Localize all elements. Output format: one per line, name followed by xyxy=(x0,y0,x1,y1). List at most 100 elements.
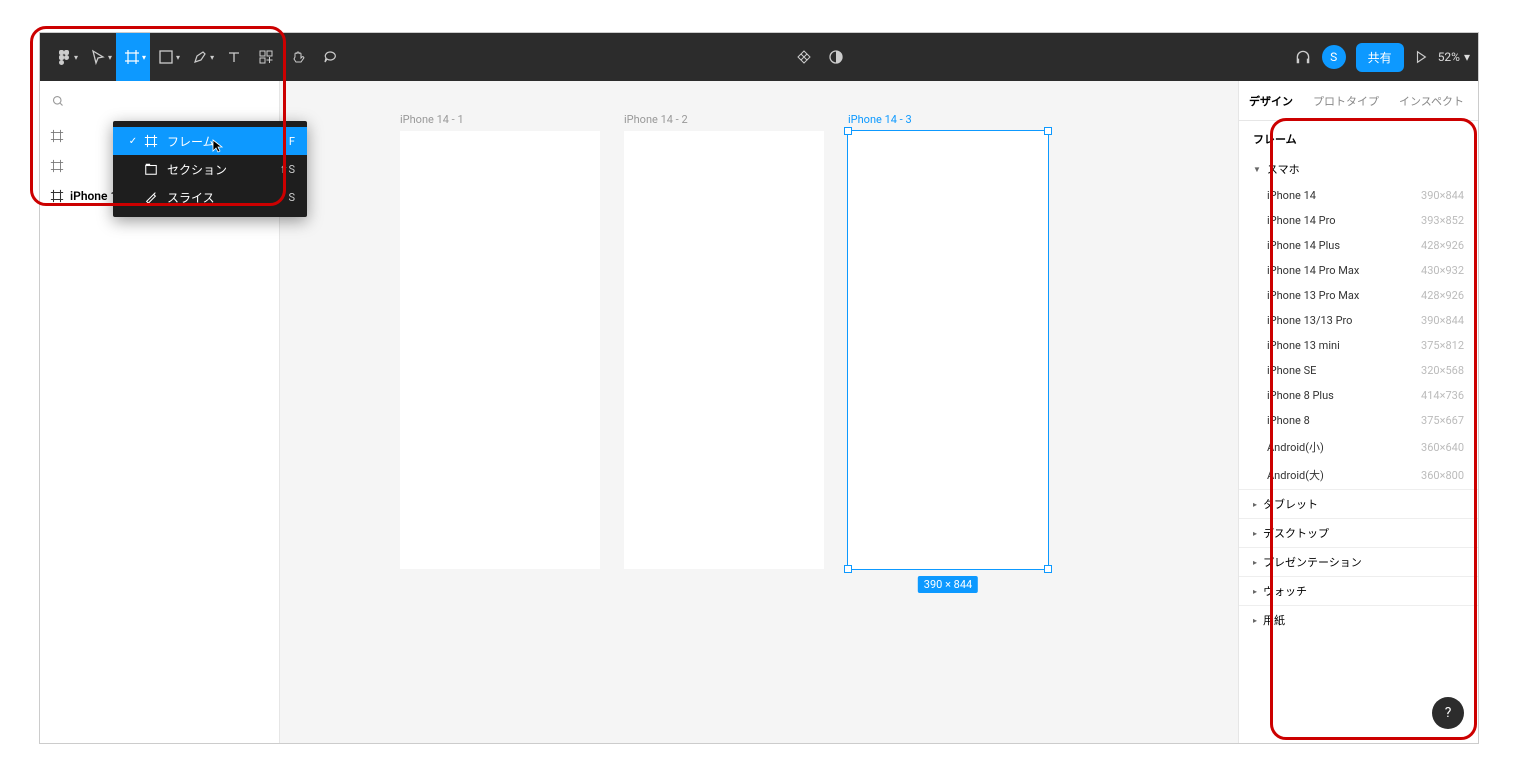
dropdown-item-frame[interactable]: ✓ フレーム F xyxy=(113,127,307,155)
preset-name: iPhone 13 Pro Max xyxy=(1267,289,1359,302)
preset-group-collapsed[interactable]: ▸プレゼンテーション xyxy=(1239,547,1478,576)
user-avatar[interactable]: S xyxy=(1322,45,1346,69)
preset-dimensions: 390×844 xyxy=(1421,189,1464,202)
frame-label[interactable]: iPhone 14 - 2 xyxy=(624,113,688,126)
chevron-right-icon: ▸ xyxy=(1253,616,1257,625)
preset-name: iPhone 13/13 Pro xyxy=(1267,314,1352,327)
main-menu-button[interactable]: ▾ xyxy=(48,33,82,81)
contrast-icon xyxy=(828,49,844,65)
frame-preset[interactable]: iPhone 14 Pro 393×852 xyxy=(1239,208,1478,233)
canvas[interactable]: iPhone 14 - 1 iPhone 14 - 2 iPhone 14 - … xyxy=(280,81,1238,743)
frame-icon xyxy=(124,49,140,65)
frame-preset[interactable]: iPhone 13/13 Pro390×844 xyxy=(1239,308,1478,333)
frame-preset[interactable]: Android(大) 360×800 xyxy=(1239,461,1478,489)
frame-preset[interactable]: iPhone 13 Pro Max 428×926 xyxy=(1239,283,1478,308)
hand-tool-button[interactable] xyxy=(282,33,314,81)
frame-preset[interactable]: Android(小) 360×640 xyxy=(1239,433,1478,461)
slice-icon xyxy=(144,190,158,204)
tab-prototype[interactable]: プロトタイプ xyxy=(1303,81,1389,120)
selection-handle[interactable] xyxy=(1044,127,1052,135)
preset-dimensions: 428×926 xyxy=(1421,239,1464,252)
headphones-icon[interactable] xyxy=(1294,48,1312,66)
text-icon xyxy=(226,49,242,65)
group-label: 用紙 xyxy=(1263,612,1285,628)
group-label: デスクトップ xyxy=(1263,525,1329,541)
text-tool-button[interactable] xyxy=(218,33,250,81)
resources-icon xyxy=(258,49,274,65)
preset-group-phone[interactable]: ▼スマホ xyxy=(1239,155,1478,183)
preset-name: Android(大) xyxy=(1267,467,1324,483)
zoom-control[interactable]: 52%▾ xyxy=(1438,50,1470,64)
chevron-down-icon: ▼ xyxy=(1253,165,1261,174)
section-icon xyxy=(144,162,158,176)
selection-handle[interactable] xyxy=(844,127,852,135)
group-label: プレゼンテーション xyxy=(1263,554,1362,570)
frame-preset[interactable]: iPhone 8 Plus 414×736 xyxy=(1239,383,1478,408)
chevron-right-icon: ▸ xyxy=(1253,587,1257,596)
pen-tool-button[interactable]: ▾ xyxy=(184,33,218,81)
play-icon[interactable] xyxy=(1414,50,1428,64)
preset-name: iPhone 8 xyxy=(1267,414,1310,427)
frame-icon xyxy=(50,189,64,203)
preset-name: Android(小) xyxy=(1267,439,1324,455)
preset-dimensions: 375×812 xyxy=(1421,339,1464,352)
preset-dimensions: 360×640 xyxy=(1421,441,1464,454)
canvas-frame[interactable]: iPhone 14 - 1 xyxy=(400,131,600,569)
check-icon: ✓ xyxy=(125,136,141,147)
selection-handle[interactable] xyxy=(844,565,852,573)
chevron-right-icon: ▸ xyxy=(1253,500,1257,509)
frame-tool-button[interactable]: ▾ xyxy=(116,33,150,81)
frame-preset[interactable]: iPhone 14 390×844 xyxy=(1239,183,1478,208)
comment-tool-button[interactable] xyxy=(314,33,346,81)
preset-dimensions: 360×800 xyxy=(1421,469,1464,482)
dropdown-item-slice[interactable]: スライス S xyxy=(113,183,307,211)
preset-name: iPhone SE xyxy=(1267,364,1316,377)
frame-label[interactable]: iPhone 14 - 1 xyxy=(400,113,464,126)
preset-name: iPhone 14 Pro xyxy=(1267,214,1336,227)
preset-dimensions: 414×736 xyxy=(1421,389,1464,402)
frame-label[interactable]: iPhone 14 - 3 xyxy=(848,113,912,126)
search-icon xyxy=(52,95,64,107)
component-icon xyxy=(796,49,812,65)
frame-preset[interactable]: iPhone 14 Plus 428×926 xyxy=(1239,233,1478,258)
hand-icon xyxy=(290,49,306,65)
preset-name: iPhone 8 Plus xyxy=(1267,389,1334,402)
dropdown-item-section[interactable]: セクション ⇧S xyxy=(113,155,307,183)
shape-tool-button[interactable]: ▾ xyxy=(150,33,184,81)
section-title: フレーム xyxy=(1239,121,1478,155)
canvas-frame-selected[interactable]: iPhone 14 - 3 390 × 844 xyxy=(848,131,1048,569)
tab-design[interactable]: デザイン xyxy=(1239,81,1303,120)
resources-button[interactable] xyxy=(250,33,282,81)
help-button[interactable]: ? xyxy=(1432,697,1464,729)
size-badge: 390 × 844 xyxy=(918,576,978,593)
preset-group-collapsed[interactable]: ▸ 用紙 xyxy=(1239,605,1478,634)
move-tool-button[interactable]: ▾ xyxy=(82,33,116,81)
cursor-icon xyxy=(90,49,106,65)
preset-name: iPhone 14 Plus xyxy=(1267,239,1340,252)
preset-name: iPhone 14 xyxy=(1267,189,1316,202)
preset-group-collapsed[interactable]: ▸ デスクトップ xyxy=(1239,518,1478,547)
frame-icon xyxy=(144,134,158,148)
tab-inspect[interactable]: インスペクト xyxy=(1389,81,1474,120)
chevron-right-icon: ▸ xyxy=(1253,529,1257,538)
design-panel: デザイン プロトタイプ インスペクト フレーム ▼スマホ iPhone 14 39… xyxy=(1238,81,1478,743)
preset-group-collapsed[interactable]: ▸ タブレット xyxy=(1239,489,1478,518)
toolbar: ▾ ▾ ▾ ▾ ▾ xyxy=(40,33,1478,81)
share-button[interactable]: 共有 xyxy=(1356,43,1404,72)
figma-logo-icon xyxy=(56,49,72,65)
layers-search[interactable] xyxy=(40,81,279,121)
frame-preset[interactable]: iPhone SE320×568 xyxy=(1239,358,1478,383)
frame-preset[interactable]: iPhone 13 mini 375×812 xyxy=(1239,333,1478,358)
canvas-frame[interactable]: iPhone 14 - 2 xyxy=(624,131,824,569)
group-label: タブレット xyxy=(1263,496,1318,512)
preset-name: iPhone 14 Pro Max xyxy=(1267,264,1359,277)
preset-name: iPhone 13 mini xyxy=(1267,339,1340,352)
frame-preset[interactable]: iPhone 8375×667 xyxy=(1239,408,1478,433)
preset-group-collapsed[interactable]: ▸ウォッチ xyxy=(1239,576,1478,605)
frame-preset[interactable]: iPhone 14 Pro Max 430×932 xyxy=(1239,258,1478,283)
preset-dimensions: 430×932 xyxy=(1421,264,1464,277)
preset-dimensions: 393×852 xyxy=(1421,214,1464,227)
preset-dimensions: 428×926 xyxy=(1421,289,1464,302)
comment-icon xyxy=(322,49,338,65)
selection-handle[interactable] xyxy=(1044,565,1052,573)
